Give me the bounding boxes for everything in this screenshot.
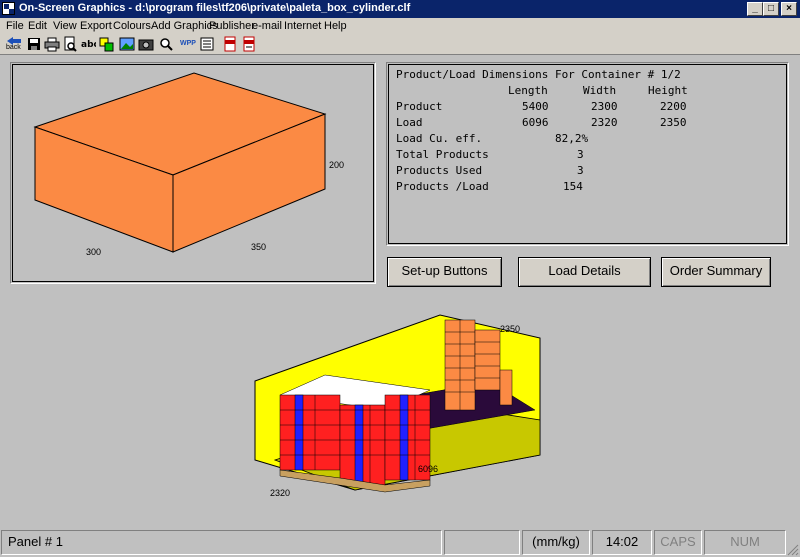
status-units: (mm/kg) — [522, 530, 590, 555]
box-dim-height: 200 — [329, 160, 345, 170]
svg-text:abc: abc — [81, 40, 96, 50]
total-products-label: Total Products — [396, 148, 489, 161]
product-length: 5400 — [522, 100, 549, 113]
status-blank — [444, 530, 520, 555]
save-icon[interactable] — [26, 36, 42, 52]
menu-email[interactable]: e-mail — [252, 20, 282, 32]
back-button[interactable]: back — [5, 36, 23, 52]
camera-icon[interactable] — [138, 36, 154, 52]
container-3d-view — [254, 314, 541, 493]
image-icon[interactable] — [119, 36, 135, 52]
container-dim-length: 6096 — [418, 464, 439, 474]
title-bar: On-Screen Graphics - d:\program files\tf… — [0, 0, 800, 18]
load-details-button[interactable]: Load Details — [518, 257, 651, 287]
zoom-icon[interactable] — [158, 36, 174, 52]
shapes-icon[interactable] — [99, 36, 115, 52]
load-length: 6096 — [522, 116, 549, 129]
menu-export[interactable]: Export — [80, 20, 112, 32]
minimize-button[interactable]: _ — [747, 2, 763, 16]
print-icon[interactable] — [44, 36, 60, 52]
menu-publisher[interactable]: Publisher — [209, 20, 255, 32]
maximize-button[interactable]: □ — [763, 2, 779, 16]
window-title: On-Screen Graphics - d:\program files\tf… — [19, 2, 411, 14]
box-3d-view — [33, 72, 327, 253]
abc-icon[interactable]: abc — [80, 36, 96, 52]
col-length-header: Length — [508, 84, 548, 97]
products-load-label: Products /Load — [396, 180, 489, 193]
pdf-export-icon[interactable] — [241, 36, 257, 52]
col-width-header: Width — [583, 84, 617, 97]
product-label: Product — [396, 100, 443, 113]
close-button[interactable]: × — [781, 2, 797, 16]
load-width: 2320 — [591, 116, 618, 129]
box-dim-width: 300 — [86, 247, 102, 257]
status-panel: Panel # 1 — [1, 530, 442, 555]
dimensions-info-panel: Product/Load Dimensions For Container # … — [386, 62, 789, 246]
products-used-value: 3 — [577, 164, 584, 177]
toolbar: back abc WPP — [0, 34, 800, 55]
box-dim-length: 350 — [251, 242, 267, 252]
cu-eff-value: 82,2% — [555, 132, 589, 145]
settings-icon[interactable] — [199, 36, 215, 52]
products-used-label: Products Used — [396, 164, 483, 177]
info-title: Product/Load Dimensions For Container # … — [396, 68, 681, 81]
total-products-value: 3 — [577, 148, 584, 161]
product-width: 2300 — [591, 100, 618, 113]
load-height: 2350 — [660, 116, 687, 129]
app-icon — [2, 2, 15, 15]
wpp-icon[interactable]: WPP — [180, 36, 196, 52]
setup-buttons-button[interactable]: Set-up Buttons — [387, 257, 502, 287]
menu-bar: File Edit View Export Colours Add Graphi… — [0, 18, 800, 34]
status-num: NUM — [704, 530, 786, 555]
box-view-panel: 200 350 300 — [10, 62, 376, 284]
menu-file[interactable]: File — [6, 20, 24, 32]
pdf-icon[interactable] — [222, 36, 238, 52]
menu-internet[interactable]: Internet — [284, 20, 321, 32]
status-time: 14:02 — [592, 530, 652, 555]
col-height-header: Height — [648, 84, 688, 97]
resize-grip-icon[interactable] — [787, 544, 799, 556]
load-label: Load — [396, 116, 423, 129]
menu-help[interactable]: Help — [324, 20, 347, 32]
order-summary-button[interactable]: Order Summary — [661, 257, 771, 287]
status-caps: CAPS — [654, 530, 702, 555]
menu-view[interactable]: View — [53, 20, 77, 32]
cu-eff-label: Load Cu. eff. — [396, 132, 483, 145]
back-label: back — [6, 44, 21, 51]
product-height: 2200 — [660, 100, 687, 113]
menu-colours[interactable]: Colours — [113, 20, 151, 32]
red-blue-pallet-stacks — [279, 374, 431, 486]
menu-edit[interactable]: Edit — [28, 20, 47, 32]
print-preview-icon[interactable] — [62, 36, 78, 52]
menu-add-graphics[interactable]: Add Graphics — [151, 20, 218, 32]
container-dim-width: 2320 — [270, 488, 291, 498]
container-dim-height: 2350 — [500, 324, 521, 334]
products-load-value: 154 — [563, 180, 583, 193]
